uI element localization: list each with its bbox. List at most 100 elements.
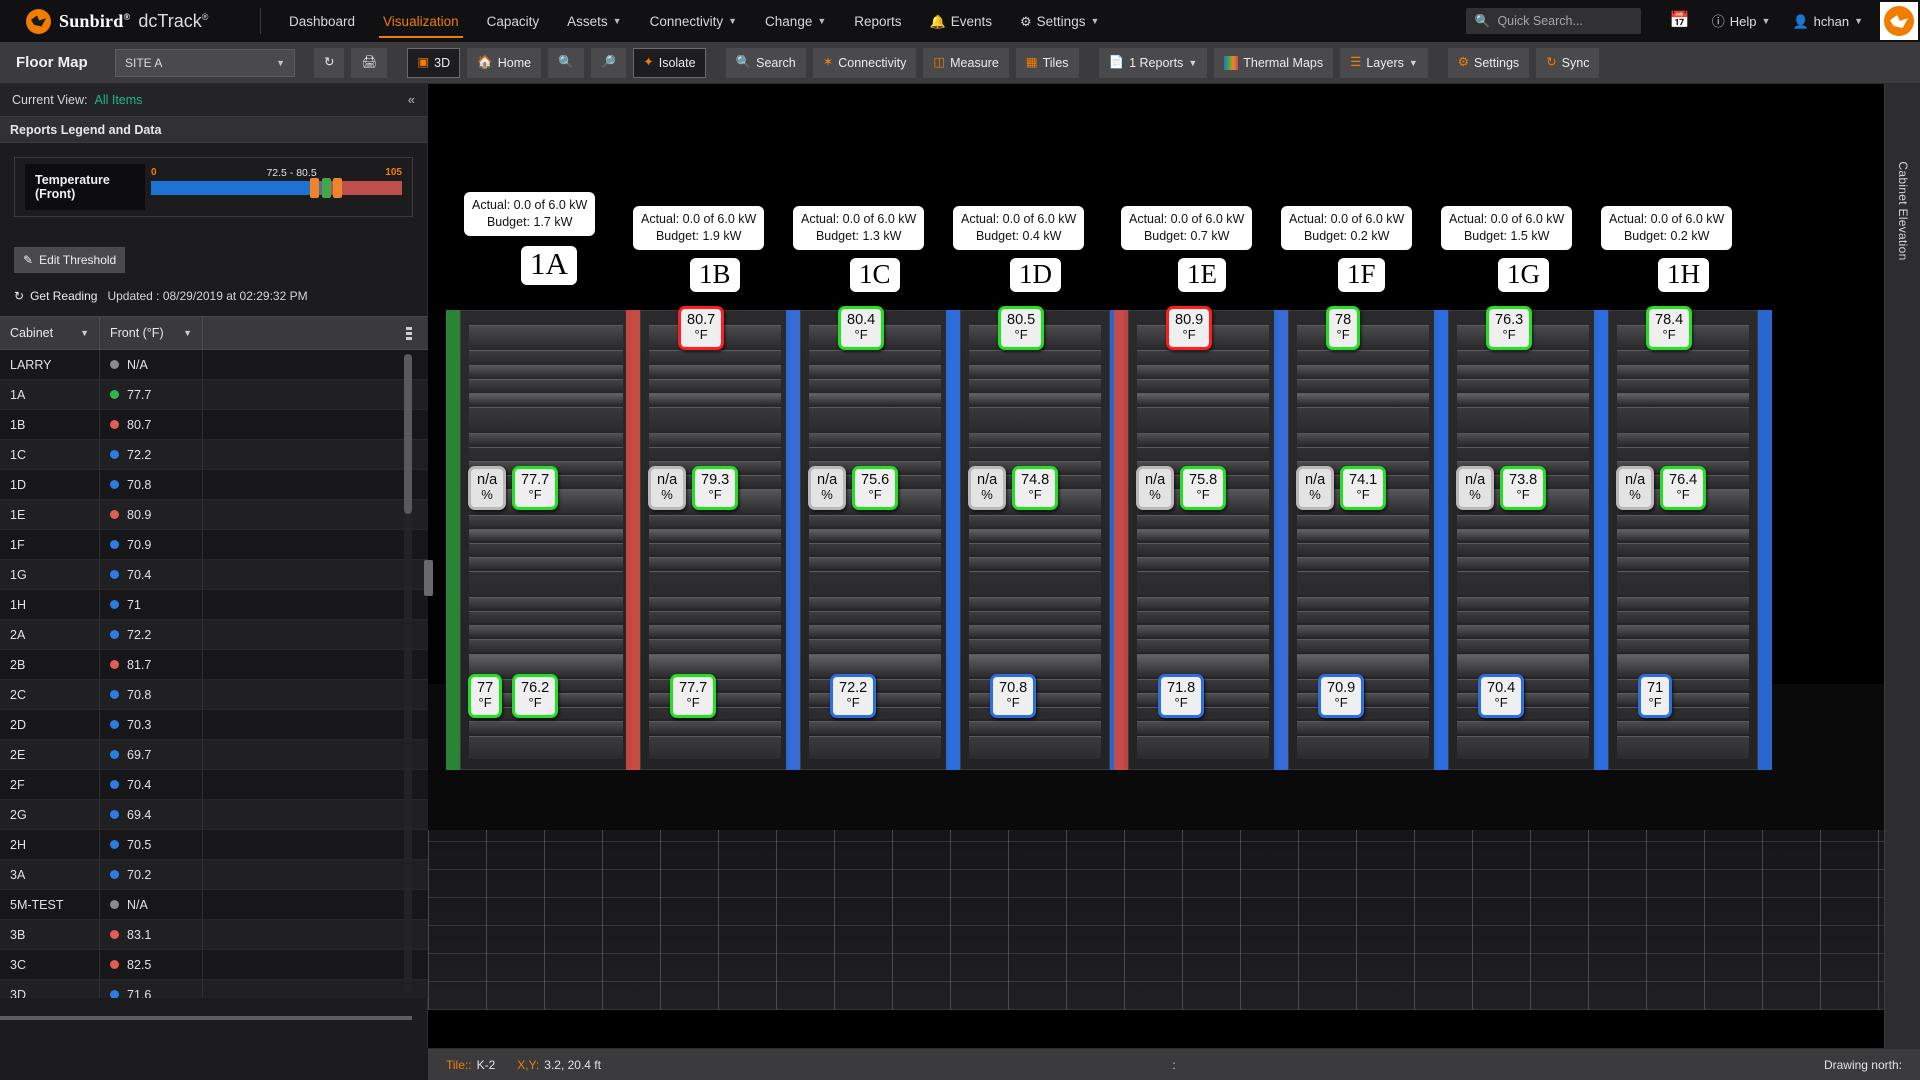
rack-unit[interactable]	[969, 735, 1101, 759]
rack-unit[interactable]	[469, 528, 623, 541]
rack-unit[interactable]	[969, 653, 1101, 677]
rack-unit[interactable]	[469, 721, 623, 734]
rack-unit[interactable]	[1297, 350, 1429, 363]
rack-unit[interactable]	[1137, 610, 1269, 624]
cabinet-1D[interactable]: 1D Actual: 0.0 of 6.0 kW Budget: 0.4 kW 80.…	[946, 206, 1124, 770]
rack-unit[interactable]	[1137, 407, 1269, 431]
rack-unit[interactable]	[1617, 735, 1749, 759]
rack-unit[interactable]	[809, 639, 941, 652]
rack-unit[interactable]	[1617, 378, 1749, 391]
tiles-button[interactable]: ▦ Tiles	[1015, 47, 1079, 78]
cabinet-body[interactable]	[1608, 310, 1758, 770]
rack-unit[interactable]	[1617, 543, 1749, 556]
rack-unit[interactable]	[809, 543, 941, 556]
isolate-button[interactable]: ✦ Isolate	[633, 47, 706, 78]
rack-unit[interactable]	[1617, 407, 1749, 431]
rack-unit[interactable]	[1617, 639, 1749, 652]
rack-unit[interactable]	[1137, 596, 1269, 609]
rack-unit[interactable]	[1617, 350, 1749, 363]
cabinet-1E[interactable]: 1E Actual: 0.0 of 6.0 kW Budget: 0.7 kW 80.…	[1114, 206, 1292, 770]
rack-unit[interactable]	[469, 610, 623, 624]
brand-logo-area[interactable]: Sunbird® dcTrack®	[0, 8, 260, 34]
table-row[interactable]: 1C 72.2	[0, 440, 428, 470]
rack-unit[interactable]	[649, 557, 781, 570]
thermal-maps-button[interactable]: Thermal Maps	[1214, 47, 1334, 78]
rack-unit[interactable]	[649, 528, 781, 541]
rack-unit[interactable]	[1457, 514, 1589, 527]
rack-unit[interactable]	[1297, 528, 1429, 541]
rack-unit[interactable]	[649, 653, 781, 677]
user-menu[interactable]: 👤 hchan ▼	[1781, 0, 1874, 42]
table-row[interactable]: 3D 71.6	[0, 980, 428, 998]
rack-unit[interactable]	[1137, 350, 1269, 363]
rack-unit[interactable]	[969, 610, 1101, 624]
rack-unit[interactable]	[1617, 625, 1749, 638]
layers-button[interactable]: ☰ Layers ▼	[1340, 47, 1428, 78]
rack-unit[interactable]	[1457, 407, 1589, 431]
table-row[interactable]: 3A 70.2	[0, 860, 428, 890]
table-row[interactable]: 1A 77.7	[0, 380, 428, 410]
rack-unit[interactable]	[1137, 721, 1269, 734]
nav-item-change[interactable]: Change ▼	[751, 0, 840, 42]
rack-unit[interactable]	[649, 571, 781, 595]
rack-unit[interactable]	[1457, 543, 1589, 556]
rack-unit[interactable]	[1297, 557, 1429, 570]
table-row[interactable]: 3C 82.5	[0, 950, 428, 980]
rack-unit[interactable]	[1137, 571, 1269, 595]
rack-unit[interactable]	[469, 392, 623, 406]
rack-unit[interactable]	[649, 610, 781, 624]
rack-unit[interactable]	[649, 392, 781, 406]
table-body[interactable]: LARRY N/A 1A 77.7 1B 80.7 1C 72.2 1D 70.8 1E 80.9 1F…	[0, 350, 428, 998]
site-select[interactable]: SITE A ▼	[115, 48, 295, 77]
rack-unit[interactable]	[809, 378, 941, 391]
rack-unit[interactable]	[1457, 721, 1589, 734]
rack-unit[interactable]	[809, 596, 941, 609]
nav-item-reports[interactable]: Reports	[840, 0, 915, 42]
rack-unit[interactable]	[469, 625, 623, 638]
rack-unit[interactable]	[809, 735, 941, 759]
rack-unit[interactable]	[1617, 528, 1749, 541]
rack-unit[interactable]	[1297, 625, 1429, 638]
rack-unit[interactable]	[469, 325, 623, 349]
rack-unit[interactable]	[1617, 596, 1749, 609]
cabinet-1H[interactable]: 1H Actual: 0.0 of 6.0 kW Budget: 0.2 kW 78.…	[1594, 206, 1772, 770]
rack-unit[interactable]	[1297, 543, 1429, 556]
collapse-panel-icon[interactable]: «	[408, 92, 415, 107]
rack-unit[interactable]	[969, 446, 1101, 459]
rack-unit[interactable]	[649, 407, 781, 431]
view-3d-button[interactable]: ▣ 3D	[407, 47, 461, 78]
rack-unit[interactable]	[969, 571, 1101, 595]
rack-unit[interactable]	[649, 596, 781, 609]
rack-unit[interactable]	[469, 514, 623, 527]
rack-unit[interactable]	[1617, 678, 1749, 692]
rack-unit[interactable]	[649, 721, 781, 734]
cabinet-1G[interactable]: 1G Actual: 0.0 of 6.0 kW Budget: 1.5 kW 76.…	[1434, 206, 1612, 770]
rack-unit[interactable]	[1617, 364, 1749, 377]
table-row[interactable]: 2F 70.4	[0, 770, 428, 800]
nav-item-capacity[interactable]: Capacity	[473, 0, 554, 42]
rack-unit[interactable]	[969, 432, 1101, 445]
rack-unit[interactable]	[1457, 653, 1589, 677]
rack-unit[interactable]	[1617, 610, 1749, 624]
rack-unit[interactable]	[969, 528, 1101, 541]
rack-unit[interactable]	[809, 625, 941, 638]
nav-item-settings[interactable]: ⚙ Settings ▼	[1006, 0, 1113, 42]
zoom-in-button[interactable]: 🔍	[548, 47, 584, 78]
rack-unit[interactable]	[1457, 557, 1589, 570]
rack-unit[interactable]	[1617, 653, 1749, 677]
cabinet-1B[interactable]: 1B Actual: 0.0 of 6.0 kW Budget: 1.9 kW 80.…	[626, 206, 804, 770]
rack-unit[interactable]	[1137, 378, 1269, 391]
rack-unit[interactable]	[469, 378, 623, 391]
rack-unit[interactable]	[649, 350, 781, 363]
rack-unit[interactable]	[1297, 392, 1429, 406]
rack-unit[interactable]	[469, 735, 623, 759]
rack-unit[interactable]	[1137, 653, 1269, 677]
rack-unit[interactable]	[1137, 557, 1269, 570]
rack-unit[interactable]	[649, 364, 781, 377]
rack-unit[interactable]	[1297, 639, 1429, 652]
rack-unit[interactable]	[1297, 378, 1429, 391]
panel-resize-handle[interactable]	[424, 560, 433, 596]
rack-unit[interactable]	[809, 407, 941, 431]
table-row[interactable]: 1G 70.4	[0, 560, 428, 590]
table-row[interactable]: 2E 69.7	[0, 740, 428, 770]
